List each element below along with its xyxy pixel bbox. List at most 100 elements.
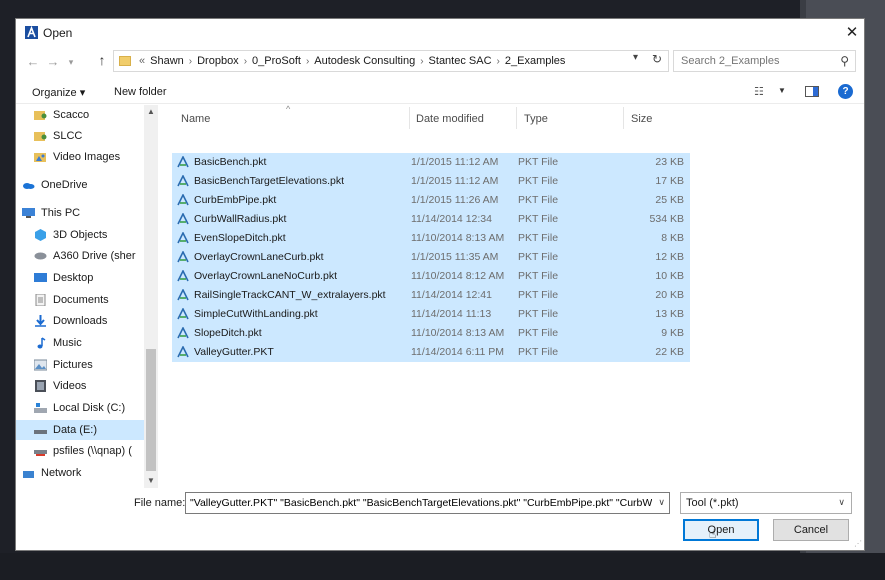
nav-item-label: Network [41,467,82,479]
file-row[interactable]: OverlayCrownLaneNoCurb.pkt 11/10/2014 8:1… [172,267,690,286]
column-header-size[interactable]: Size [631,113,652,125]
column-headers: ^ Name Date modified Type Size [171,104,691,131]
close-button[interactable]: ✕ [842,23,862,43]
breadcrumb-stantec-sac[interactable]: Stantec SAC [429,55,492,67]
file-row[interactable]: CurbEmbPipe.pkt 1/1/2015 11:26 AM PKT File… [172,191,690,210]
file-type: PKT File [518,175,559,187]
file-size: 20 KB [655,289,684,301]
file-date-modified: 11/14/2014 12:41 [411,289,492,301]
breadcrumb-separator-icon[interactable]: › [497,56,500,67]
file-row[interactable]: SlopeDitch.pkt 11/10/2014 8:13 AM PKT File… [172,324,690,343]
file-row[interactable]: CurbWallRadius.pkt 11/14/2014 12:34 PKT Fi… [172,210,690,229]
file-type-select[interactable]: Tool (*.pkt) ∨ [680,492,852,514]
autocad-app-icon [25,26,38,39]
breadcrumb-dropbox[interactable]: Dropbox [197,55,239,67]
file-name-input[interactable] [190,497,652,509]
file-date-modified: 11/10/2014 8:13 AM [411,232,505,244]
nav-item-network[interactable]: Network [16,463,144,483]
breadcrumb-separator-icon[interactable]: › [306,56,309,67]
breadcrumb-shawn[interactable]: Shawn [150,55,184,67]
file-row[interactable]: BasicBench.pkt 1/1/2015 11:12 AM PKT File 2… [172,153,690,172]
title-bar[interactable]: Open ✕ [16,19,864,47]
column-divider[interactable] [409,107,410,129]
organize-button[interactable]: Organize ▾ [32,86,85,99]
file-date-modified: 1/1/2015 11:26 AM [411,194,499,206]
scroll-down-arrow-icon[interactable]: ▼ [144,474,158,488]
change-view-icon[interactable]: ☷ [754,85,764,98]
file-size: 25 KB [655,194,684,206]
breadcrumb-2-examples[interactable]: 2_Examples [505,55,566,67]
nav-item-slcc[interactable]: SLCC [16,126,144,146]
pkt-file-icon [177,289,189,301]
file-date-modified: 11/10/2014 8:13 AM [411,327,505,339]
onedrive-icon [23,183,35,189]
back-arrow-icon[interactable]: ← [25,54,41,69]
file-row[interactable]: SimpleCutWithLanding.pkt 11/14/2014 11:13… [172,305,690,324]
nav-item-videos[interactable]: Videos [16,376,144,396]
file-row[interactable]: OverlayCrownLaneCurb.pkt 1/1/2015 11:35 A… [172,248,690,267]
file-size: 22 KB [655,346,684,358]
nav-item-pictures[interactable]: Pictures [16,355,144,375]
refresh-icon[interactable]: ↻ [649,52,665,66]
breadcrumb-separator-icon[interactable]: › [244,56,247,67]
nav-item-desktop[interactable]: Desktop [16,268,144,288]
file-name: BasicBench.pkt [194,156,267,168]
file-name: CurbEmbPipe.pkt [194,194,277,206]
cancel-button[interactable]: Cancel [773,519,849,541]
file-row[interactable]: EvenSlopeDitch.pkt 11/10/2014 8:13 AM PKT … [172,229,690,248]
nav-item-downloads[interactable]: Downloads [16,311,144,331]
nav-item-music[interactable]: Music [16,333,144,353]
command-bar: Organize ▾ New folder ☷ ▼ ? [16,80,864,104]
file-list[interactable]: ^ Name Date modified Type Size BasicBenc… [166,104,856,488]
forward-arrow-icon[interactable]: → [45,54,61,69]
search-input[interactable] [681,55,836,67]
search-box[interactable]: ⚲ [673,50,856,72]
nav-item-scacco[interactable]: Scacco [16,105,144,125]
nav-item-documents[interactable]: Documents [16,290,144,310]
nav-item-label: Downloads [53,315,108,327]
recent-locations-chevron-icon[interactable]: ▾ [63,57,79,68]
column-divider[interactable] [516,107,517,129]
file-name: RailSingleTrackCANT_W_extralayers.pkt [194,289,386,301]
column-divider[interactable] [623,107,624,129]
user-folder-icon [34,132,47,141]
nav-item-video-images[interactable]: Video Images [16,147,144,167]
column-header-date-modified[interactable]: Date modified [416,113,484,125]
breadcrumb-autodesk-consulting[interactable]: Autodesk Consulting [314,55,415,67]
file-size: 8 KB [661,232,684,244]
up-arrow-icon[interactable]: ↑ [94,52,110,68]
nav-item-this-pc[interactable]: This PC [16,203,144,223]
address-overflow-chevron[interactable]: « [139,55,145,67]
file-name: SlopeDitch.pkt [194,327,262,339]
help-icon[interactable]: ? [838,84,853,99]
chevron-down-icon[interactable]: ∨ [658,497,665,508]
open-button[interactable]: Open [683,519,759,541]
resize-grip-icon[interactable]: ⋰ [854,539,862,548]
file-row[interactable]: RailSingleTrackCANT_W_extralayers.pkt 11/… [172,286,690,305]
nav-item-psfiles[interactable]: psfiles (\\qnap) ( [16,441,144,461]
breadcrumb-separator-icon[interactable]: › [189,56,192,67]
address-dropdown-icon[interactable]: ▾ [633,52,645,63]
file-type: PKT File [518,232,559,244]
nav-item-data-e[interactable]: Data (E:) [16,420,144,440]
new-folder-button[interactable]: New folder [114,86,167,98]
nav-item-local-disk[interactable]: Local Disk (C:) [16,398,144,418]
file-row[interactable]: BasicBenchTargetElevations.pkt 1/1/2015 1… [172,172,690,191]
file-name-combobox[interactable]: ∨ [185,492,670,514]
nav-item-label: Music [53,337,82,349]
file-row[interactable]: ValleyGutter.PKT 11/14/2014 6:11 PM PKT Fi… [172,343,690,362]
nav-item-onedrive[interactable]: OneDrive [16,175,144,195]
nav-item-label: This PC [41,207,81,219]
nav-item-a360-drive[interactable]: A360 Drive (sher [16,246,144,266]
nav-item-3d-objects[interactable]: 3D Objects [16,225,144,245]
breadcrumb-separator-icon[interactable]: › [420,56,423,67]
column-header-name[interactable]: Name [181,113,210,125]
scrollbar-thumb[interactable] [146,349,156,471]
column-header-type[interactable]: Type [524,113,548,125]
view-options-chevron-icon[interactable]: ▼ [778,86,786,95]
address-bar[interactable]: « Shawn › Dropbox › 0_ProSoft › Autodesk… [113,50,669,72]
preview-pane-icon[interactable] [805,86,819,97]
breadcrumb-prosoft[interactable]: 0_ProSoft [252,55,301,67]
scroll-up-arrow-icon[interactable]: ▲ [144,105,158,119]
navigation-scrollbar[interactable]: ▲ ▼ [144,105,158,488]
